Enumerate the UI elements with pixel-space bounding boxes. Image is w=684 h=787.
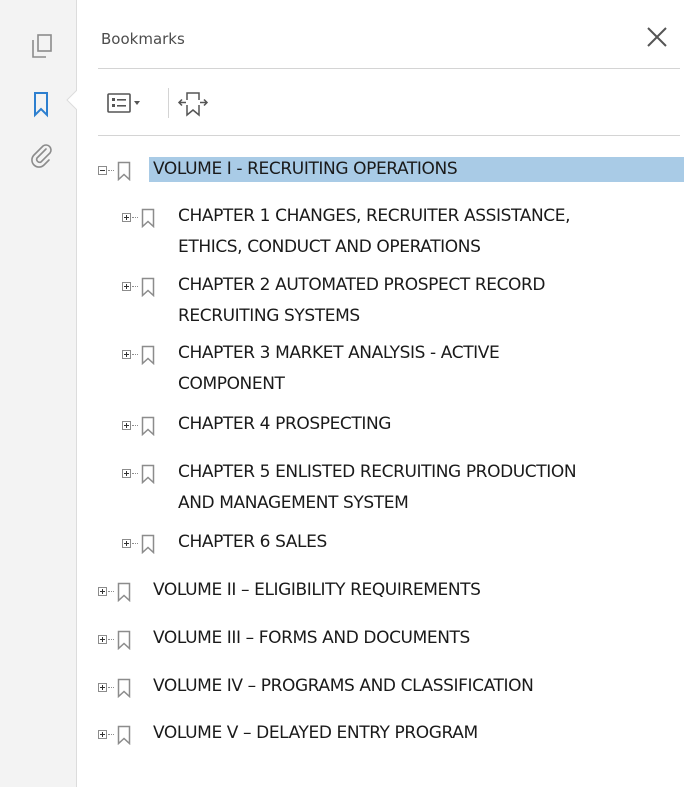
bookmark-item-volume-4[interactable]: VOLUME IV – PROGRAMS AND CLASSIFICATION	[77, 673, 684, 703]
bookmark-label[interactable]: CHAPTER 3 MARKET ANALYSIS - ACTIVE	[178, 341, 500, 366]
bookmark-icon	[117, 630, 131, 651]
expand-toggle[interactable]	[122, 282, 131, 291]
bookmark-item-chapter-3[interactable]: CHAPTER 3 MARKET ANALYSIS - ACTIVE COMPO…	[77, 340, 684, 400]
bookmark-item-chapter-5[interactable]: CHAPTER 5 ENLISTED RECRUITING PRODUCTION…	[77, 459, 684, 519]
bookmark-item-volume-3[interactable]: VOLUME III – FORMS AND DOCUMENTS	[77, 625, 684, 655]
bookmark-icon	[141, 464, 155, 485]
bookmark-icon	[141, 416, 155, 437]
bookmark-label[interactable]: CHAPTER 1 CHANGES, RECRUITER ASSISTANCE,	[178, 204, 570, 229]
bookmark-item-volume-5[interactable]: VOLUME V – DELAYED ENTRY PROGRAM	[77, 720, 684, 750]
toolbar-separator	[168, 88, 169, 118]
page-thumbnails-icon[interactable]	[28, 32, 56, 60]
bookmark-item-volume-1[interactable]: VOLUME I - RECRUITING OPERATIONS	[77, 156, 684, 186]
expand-toggle[interactable]	[98, 683, 107, 692]
bookmark-icon	[117, 582, 131, 603]
expand-toggle[interactable]	[98, 587, 107, 596]
panel-title: Bookmarks	[101, 30, 185, 48]
active-panel-pointer	[65, 89, 78, 111]
bookmark-label[interactable]: CHAPTER 4 PROSPECTING	[178, 412, 391, 437]
bookmark-label-line-2[interactable]: AND MANAGEMENT SYSTEM	[178, 491, 409, 516]
bookmark-label[interactable]: VOLUME III – FORMS AND DOCUMENTS	[153, 626, 470, 651]
bookmark-label[interactable]: VOLUME V – DELAYED ENTRY PROGRAM	[153, 721, 478, 746]
bookmark-item-chapter-2[interactable]: CHAPTER 2 AUTOMATED PROSPECT RECORD RECR…	[77, 272, 684, 332]
bookmark-item-chapter-6[interactable]: CHAPTER 6 SALES	[77, 529, 684, 559]
bookmark-icon[interactable]	[28, 90, 56, 118]
expand-toggle[interactable]	[122, 213, 131, 222]
bookmark-item-volume-2[interactable]: VOLUME II – ELIGIBILITY REQUIREMENTS	[77, 577, 684, 607]
bookmark-label[interactable]: CHAPTER 5 ENLISTED RECRUITING PRODUCTION	[178, 460, 577, 485]
bookmark-label[interactable]: CHAPTER 2 AUTOMATED PROSPECT RECORD	[178, 273, 546, 298]
bookmark-label-line-2[interactable]: ETHICS, CONDUCT AND OPERATIONS	[178, 235, 481, 260]
options-menu-icon[interactable]	[106, 89, 152, 117]
bookmark-icon	[117, 678, 131, 699]
bookmark-icon	[117, 161, 131, 182]
navigation-rail	[0, 0, 78, 787]
expand-toggle[interactable]	[122, 539, 131, 548]
expand-toggle[interactable]	[98, 730, 107, 739]
bookmark-icon	[141, 208, 155, 229]
bookmark-label[interactable]: VOLUME IV – PROGRAMS AND CLASSIFICATION	[153, 674, 534, 699]
bookmark-icon	[141, 345, 155, 366]
bookmark-label-line-2[interactable]: RECRUITING SYSTEMS	[178, 304, 360, 329]
bookmark-label[interactable]: CHAPTER 6 SALES	[178, 530, 327, 555]
bookmark-item-chapter-4[interactable]: CHAPTER 4 PROSPECTING	[77, 411, 684, 441]
attachment-paperclip-icon[interactable]	[28, 141, 56, 169]
bookmark-label[interactable]: VOLUME I - RECRUITING OPERATIONS	[149, 157, 684, 182]
bookmark-icon	[141, 277, 155, 298]
expand-toggle[interactable]	[122, 350, 131, 359]
bookmark-label-line-2[interactable]: COMPONENT	[178, 372, 285, 397]
close-icon[interactable]	[644, 24, 670, 50]
expand-toggle[interactable]	[122, 469, 131, 478]
expand-toggle[interactable]	[122, 421, 131, 430]
bookmarks-panel: Bookmarks VOLUME I - RECRUITING OPERATIO…	[77, 0, 684, 787]
divider	[98, 68, 680, 69]
bookmark-item-chapter-1[interactable]: CHAPTER 1 CHANGES, RECRUITER ASSISTANCE,…	[77, 203, 684, 263]
bookmark-label[interactable]: VOLUME II – ELIGIBILITY REQUIREMENTS	[153, 578, 481, 603]
expand-toggle[interactable]	[98, 635, 107, 644]
divider	[98, 135, 680, 136]
bookmark-icon	[117, 725, 131, 746]
expand-current-bookmark-icon[interactable]	[177, 89, 209, 117]
collapse-toggle[interactable]	[98, 166, 107, 175]
bookmark-icon	[141, 534, 155, 555]
